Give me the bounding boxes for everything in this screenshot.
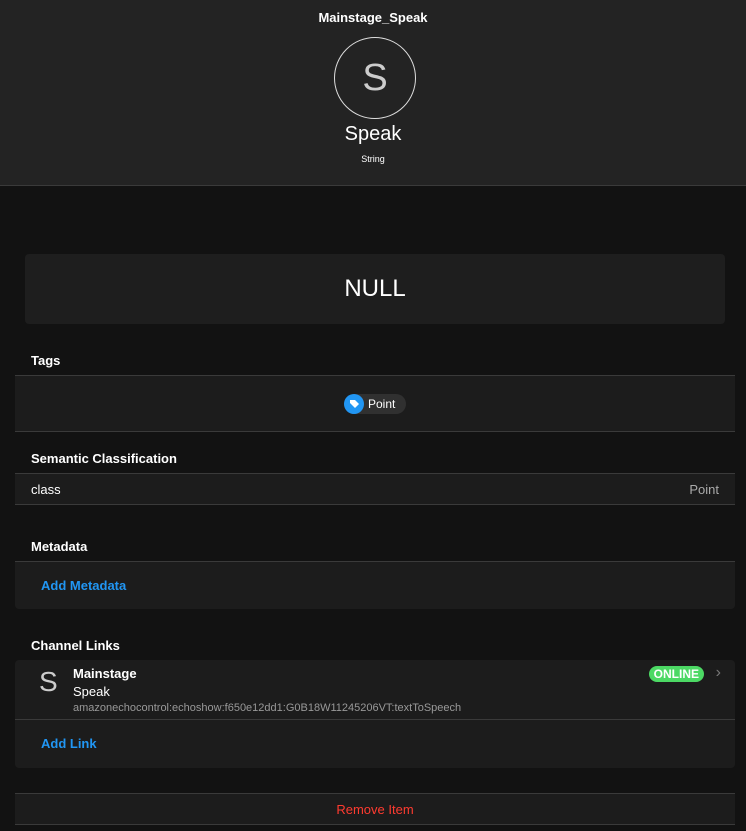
channel-thing: Mainstage [73, 666, 137, 681]
item-state[interactable]: NULL [25, 254, 725, 324]
remove-item-button[interactable]: Remove Item [15, 793, 735, 825]
semantic-value: Point [689, 482, 719, 497]
channel-links-list: S Mainstage Speak amazonechocontrol:echo… [15, 660, 735, 768]
tags-heading: Tags [31, 353, 61, 368]
add-metadata-link[interactable]: Add Metadata [41, 578, 126, 593]
channel-links-heading: Channel Links [31, 638, 120, 653]
page-title: Mainstage_Speak [318, 10, 428, 25]
semantic-row: class Point [15, 473, 735, 505]
tag-label: Point [368, 397, 396, 411]
add-link-link[interactable]: Add Link [41, 736, 97, 751]
avatar: S [334, 37, 416, 119]
channel-uid: amazonechocontrol:echoshow:f650e12dd1:G0… [73, 702, 462, 714]
item-label: Speak [344, 123, 402, 145]
channel-link-item[interactable]: S Mainstage Speak amazonechocontrol:echo… [15, 660, 735, 720]
status-badge: ONLINE [648, 666, 704, 682]
item-type: String [361, 154, 385, 164]
semantic-heading: Semantic Classification [31, 451, 177, 466]
metadata-list: Add Metadata [15, 561, 735, 609]
chevron-right-icon: › [715, 664, 721, 681]
metadata-heading: Metadata [31, 539, 88, 554]
channel-name: Speak [73, 684, 110, 699]
semantic-key: class [31, 482, 61, 497]
item-header: Mainstage_Speak S Speak String [0, 0, 746, 186]
tag-icon [344, 394, 364, 414]
tag-chip[interactable]: Point [344, 394, 406, 414]
channel-icon: S [39, 666, 58, 697]
